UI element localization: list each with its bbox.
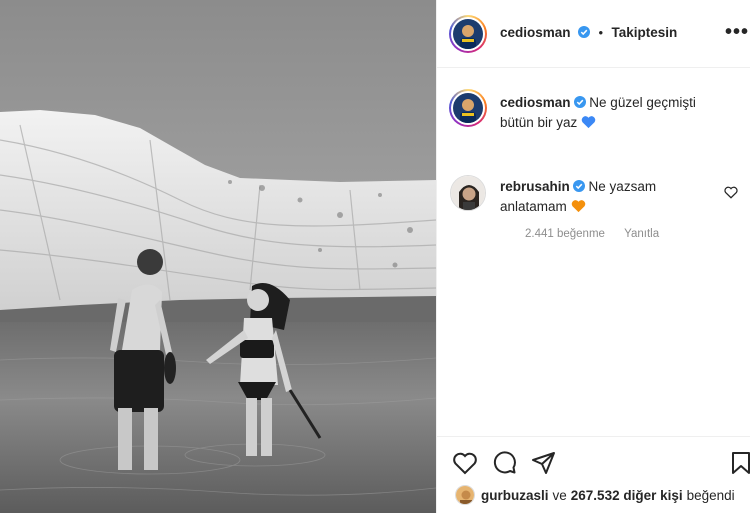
other-likers-count[interactable]: 267.532 diğer kişi xyxy=(571,488,683,503)
commenter-avatar[interactable] xyxy=(450,175,486,211)
author-username[interactable]: cediosman xyxy=(500,25,571,40)
likes-summary: gurbuzasli ve 267.532 diğer kişi beğendi xyxy=(455,485,739,505)
bookmark-icon[interactable] xyxy=(727,449,750,477)
commenter-username[interactable]: rebrusahin xyxy=(500,179,570,194)
heart-icon[interactable] xyxy=(451,449,479,477)
avatar-image xyxy=(453,93,483,123)
orange-heart-icon xyxy=(571,200,585,213)
post-caption: cediosman Ne güzel geçmişti bütün bir ya… xyxy=(500,93,720,133)
first-liker-username[interactable]: gurbuzasli xyxy=(481,488,549,503)
comment-like-heart-icon[interactable] xyxy=(724,186,738,199)
separator-dot: • xyxy=(598,25,603,40)
header-user-line: cediosman • Takiptesin xyxy=(500,24,677,42)
verified-badge-icon xyxy=(573,96,586,108)
avatar-image xyxy=(453,19,483,49)
beach-photo-illustration xyxy=(0,0,436,513)
caption-author-avatar[interactable] xyxy=(449,89,487,127)
reply-button[interactable]: Yanıtla xyxy=(624,228,659,240)
share-icon[interactable] xyxy=(530,449,558,477)
liker-avatar[interactable] xyxy=(455,485,475,505)
verified-badge-icon xyxy=(572,180,585,192)
verified-badge-icon xyxy=(577,26,590,38)
avatar-image xyxy=(451,176,485,210)
post-actions-bar: gurbuzasli ve 267.532 diğer kişi beğendi xyxy=(437,436,750,513)
comment-like-count[interactable]: 2.441 beğenme xyxy=(525,228,605,240)
comment-meta: 2.441 beğenme Yanıtla xyxy=(525,228,659,240)
post-photo xyxy=(0,0,436,513)
comment-icon[interactable] xyxy=(490,449,518,477)
likes-suffix: beğendi xyxy=(686,487,735,503)
likes-connector: ve xyxy=(552,487,567,503)
post-side-panel: cediosman • Takiptesin ••• cediosman Ne … xyxy=(436,0,750,513)
follow-status-button[interactable]: Takiptesin xyxy=(611,25,677,40)
more-options-icon[interactable]: ••• xyxy=(725,22,749,42)
caption-username[interactable]: cediosman xyxy=(500,95,571,110)
avatar-image xyxy=(456,486,474,504)
comment-item: rebrusahin Ne yazsam anlatamam xyxy=(500,177,720,217)
author-avatar[interactable] xyxy=(449,15,487,53)
blue-heart-icon xyxy=(581,116,596,129)
post-header: cediosman • Takiptesin ••• xyxy=(437,0,750,68)
